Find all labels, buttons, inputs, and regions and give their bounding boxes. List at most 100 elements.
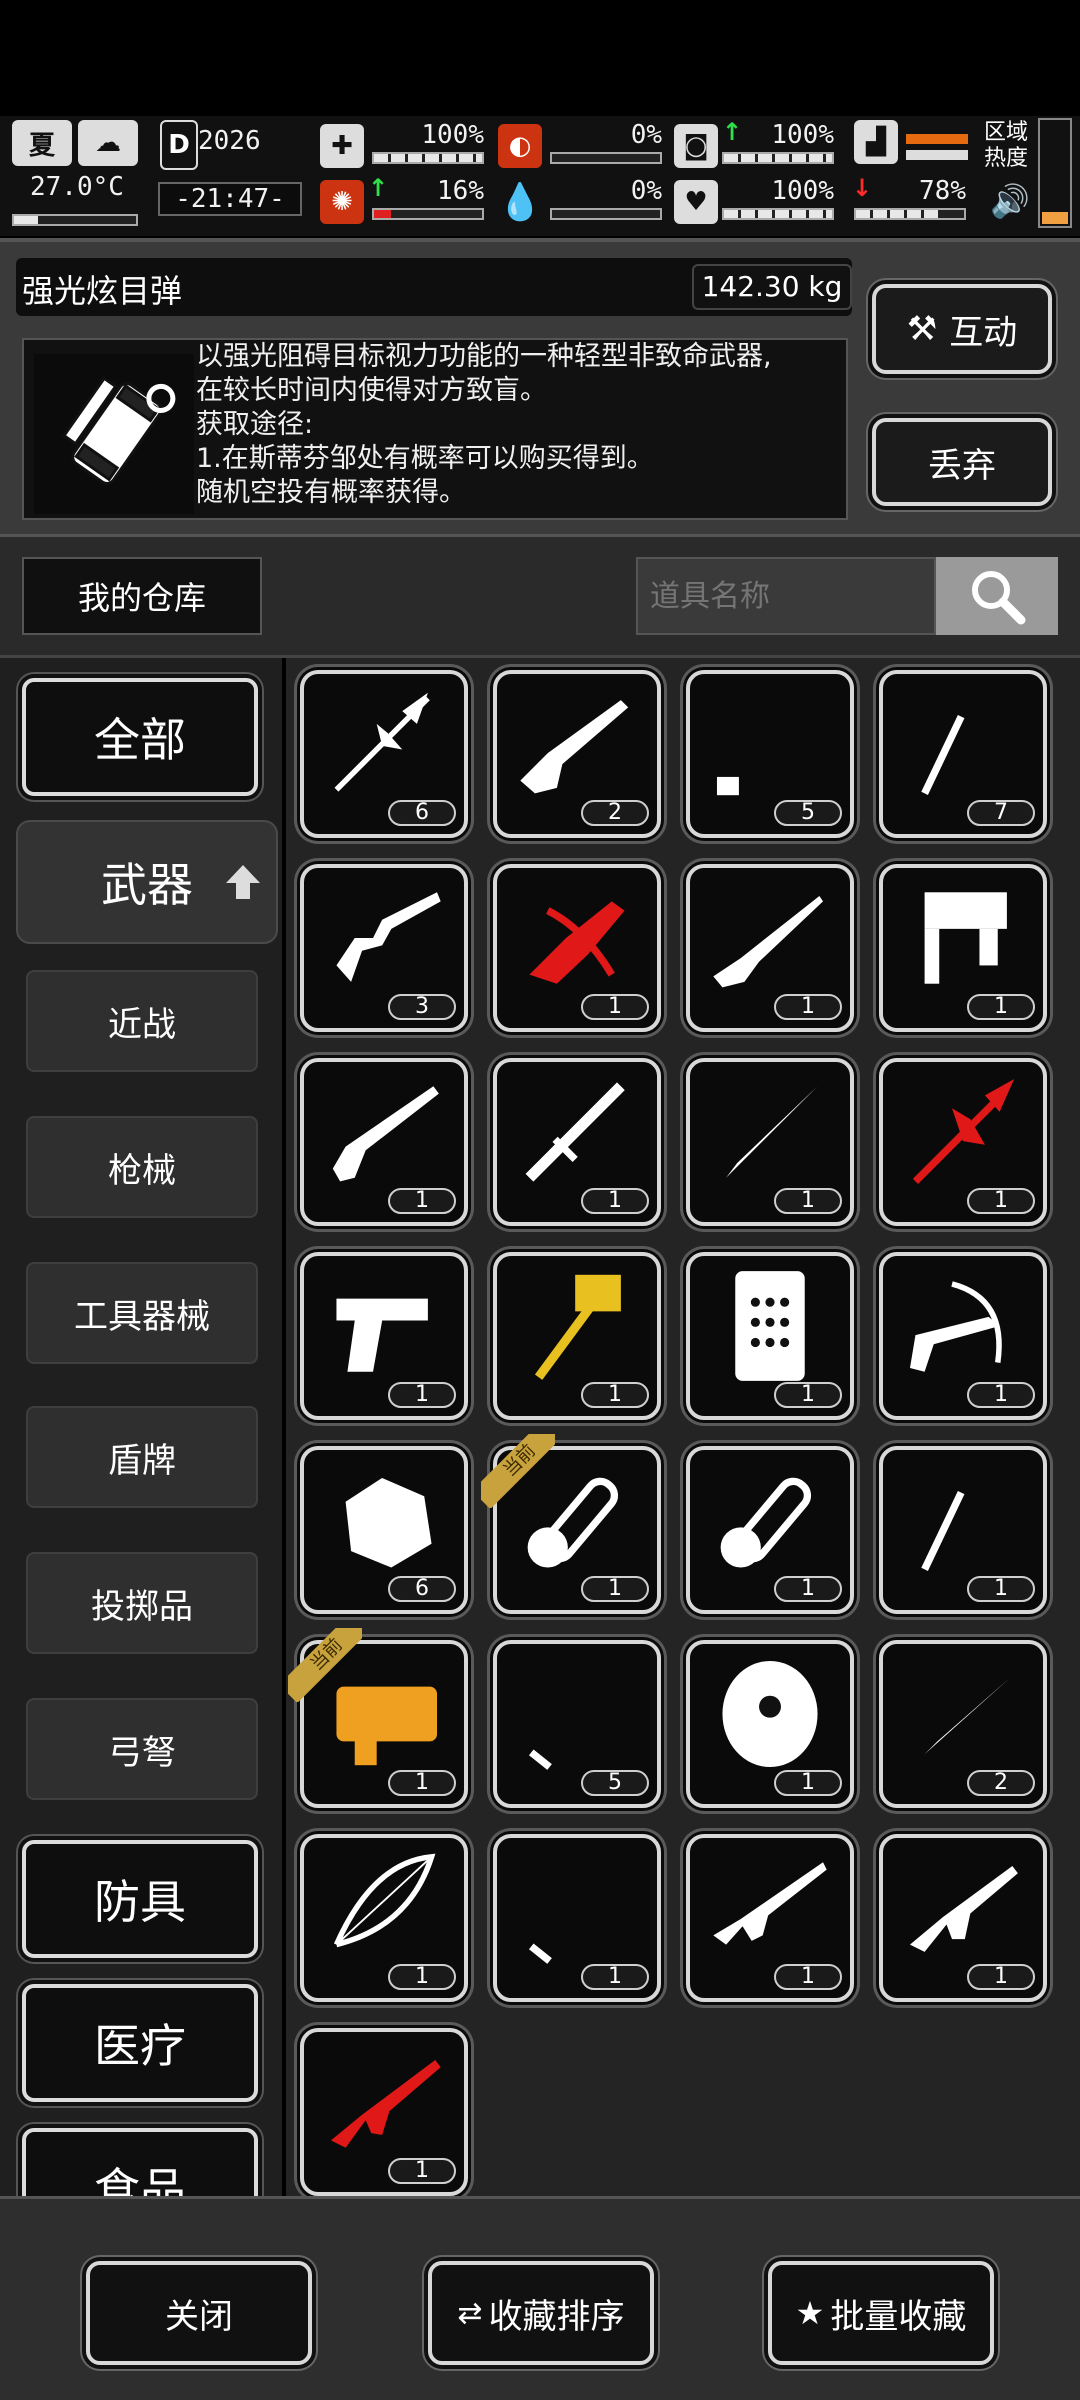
item-slot[interactable]: 6 <box>300 1446 468 1614</box>
region-heat-meter <box>1038 118 1072 228</box>
item-count: 1 <box>967 1188 1035 1214</box>
item-count: 2 <box>581 800 649 826</box>
golden-hammer-icon <box>534 1274 621 1380</box>
category-shields-label: 盾牌 <box>108 1440 176 1481</box>
item-count: 1 <box>967 1382 1035 1408</box>
speaker-icon[interactable]: 🔊 <box>990 182 1030 220</box>
item-slot[interactable]: 1 <box>300 2028 468 2196</box>
season-label: 夏 <box>28 130 55 161</box>
item-slot[interactable]: 2 <box>493 670 661 838</box>
discard-button[interactable]: 丢弃 <box>872 418 1052 506</box>
category-armor[interactable]: 防具 <box>22 1840 258 1958</box>
item-slot[interactable]: 5 <box>686 670 854 838</box>
interact-button[interactable]: ⚒ 互动 <box>872 284 1052 374</box>
item-slot[interactable]: 1 当前 <box>288 1628 468 1808</box>
item-count: 1 <box>388 1382 456 1408</box>
item-slot[interactable]: 3 <box>300 864 468 1032</box>
item-count: 5 <box>581 1770 649 1796</box>
sawed-off-shotgun-icon <box>332 1086 439 1182</box>
item-slot[interactable]: 7 <box>879 670 1047 838</box>
item-slot[interactable]: 1 <box>300 1834 468 2002</box>
bow-icon <box>333 1853 436 1948</box>
search-button[interactable] <box>936 557 1058 635</box>
item-slot[interactable]: 1 <box>879 1834 1047 2002</box>
search-input[interactable] <box>636 557 936 635</box>
category-throwables-label: 投掷品 <box>91 1586 193 1627</box>
item-slot[interactable]: 1 <box>686 864 854 1032</box>
sort-favorites-button[interactable]: ⇄ 收藏排序 <box>428 2261 654 2365</box>
item-slot[interactable]: 1 <box>686 1640 854 1808</box>
category-sidebar: 全部 武器 近战 枪械 工具器械 盾牌 投掷品 弓弩 防具 医疗 食品 <box>0 658 282 2196</box>
item-slot[interactable]: 2 <box>879 1640 1047 1808</box>
item-slot[interactable]: 1 <box>686 1252 854 1420</box>
category-weapons[interactable]: 武器 <box>16 820 278 944</box>
red-assault-rifle-icon <box>330 2059 441 2148</box>
category-tools[interactable]: 工具器械 <box>26 1262 258 1364</box>
category-all[interactable]: 全部 <box>22 678 258 796</box>
warehouse-header: 我的仓库 <box>0 534 1080 658</box>
item-slot[interactable]: 1 <box>879 864 1047 1032</box>
bottom-bar: 关闭 ⇄ 收藏排序 ★ 批量收藏 <box>0 2196 1080 2400</box>
temperature-value: 27.0°C <box>30 172 124 202</box>
shotgun-icon <box>520 700 629 794</box>
status-bar <box>0 0 1080 116</box>
dagger-icon <box>924 1677 1011 1755</box>
summer-icon: 夏 <box>12 120 72 166</box>
item-slot[interactable]: 1 <box>879 1058 1047 1226</box>
flashbang-grenade-icon <box>34 354 194 514</box>
category-shields[interactable]: 盾牌 <box>26 1406 258 1508</box>
batch-favorite-label: 批量收藏 <box>830 2296 967 2337</box>
category-bows[interactable]: 弓弩 <box>26 1698 258 1800</box>
category-firearms[interactable]: 枪械 <box>26 1116 258 1218</box>
pistol-crossbow-icon <box>909 1281 1002 1372</box>
item-slot[interactable]: 1 <box>493 1834 661 2002</box>
item-slot[interactable]: 1 <box>879 1446 1047 1614</box>
category-melee[interactable]: 近战 <box>26 970 258 1072</box>
item-slot[interactable]: 6 <box>300 670 468 838</box>
item-name: 强光炫目弹 <box>22 272 183 310</box>
item-slot[interactable]: 1 <box>493 864 661 1032</box>
pickaxe-icon <box>921 1490 965 1571</box>
item-slot[interactable]: 1 <box>493 1252 661 1420</box>
energy-bar <box>854 208 966 220</box>
item-slot[interactable]: 1 <box>300 1252 468 1420</box>
item-slot[interactable]: 1 <box>879 1252 1047 1420</box>
item-slot[interactable]: 1 <box>686 1058 854 1226</box>
assault-rifle-icon <box>713 1862 827 1945</box>
arrow-up-icon <box>224 860 262 900</box>
item-count: 1 <box>581 1188 649 1214</box>
category-food[interactable]: 食品 <box>22 2128 258 2196</box>
category-tools-label: 工具器械 <box>74 1296 210 1337</box>
batch-favorite-button[interactable]: ★ 批量收藏 <box>768 2261 994 2365</box>
heart-icon: ♥ <box>674 180 718 224</box>
boot-icon: ▟ <box>854 120 898 164</box>
pistol-icon <box>336 1298 428 1372</box>
category-weapons-label: 武器 <box>101 858 193 912</box>
katana-icon <box>529 1943 552 1964</box>
swap-arrows-icon: ⇄ <box>457 2295 483 2331</box>
stamina-bar <box>906 134 968 144</box>
category-throwables[interactable]: 投掷品 <box>26 1552 258 1654</box>
discard-label: 丢弃 <box>928 445 996 486</box>
current-tag: 当前 <box>288 1628 362 1702</box>
day-counter: 2026 <box>198 126 261 156</box>
brain-value: 16% <box>437 176 484 206</box>
item-slot[interactable]: 1 <box>686 1834 854 2002</box>
item-slot[interactable]: 5 <box>493 1640 661 1808</box>
heart-bar <box>722 208 834 220</box>
item-count: 1 <box>774 1964 842 1990</box>
item-count: 2 <box>967 1770 1035 1796</box>
item-slot[interactable]: 1 <box>493 1058 661 1226</box>
katana-icon <box>529 1749 552 1770</box>
region-heat-label: 区域 热度 <box>984 120 1028 172</box>
energy-value: 78% <box>919 176 966 206</box>
item-slot[interactable]: 1 当前 <box>481 1434 661 1614</box>
item-slot[interactable]: 1 <box>300 1058 468 1226</box>
hunger-value: 0% <box>630 120 662 150</box>
item-slot[interactable]: 1 <box>686 1446 854 1614</box>
item-count: 1 <box>774 1576 842 1602</box>
close-button[interactable]: 关闭 <box>86 2261 312 2365</box>
health-bar <box>372 152 484 164</box>
riot-shield-icon <box>735 1271 805 1381</box>
category-medical[interactable]: 医疗 <box>22 1984 258 2102</box>
